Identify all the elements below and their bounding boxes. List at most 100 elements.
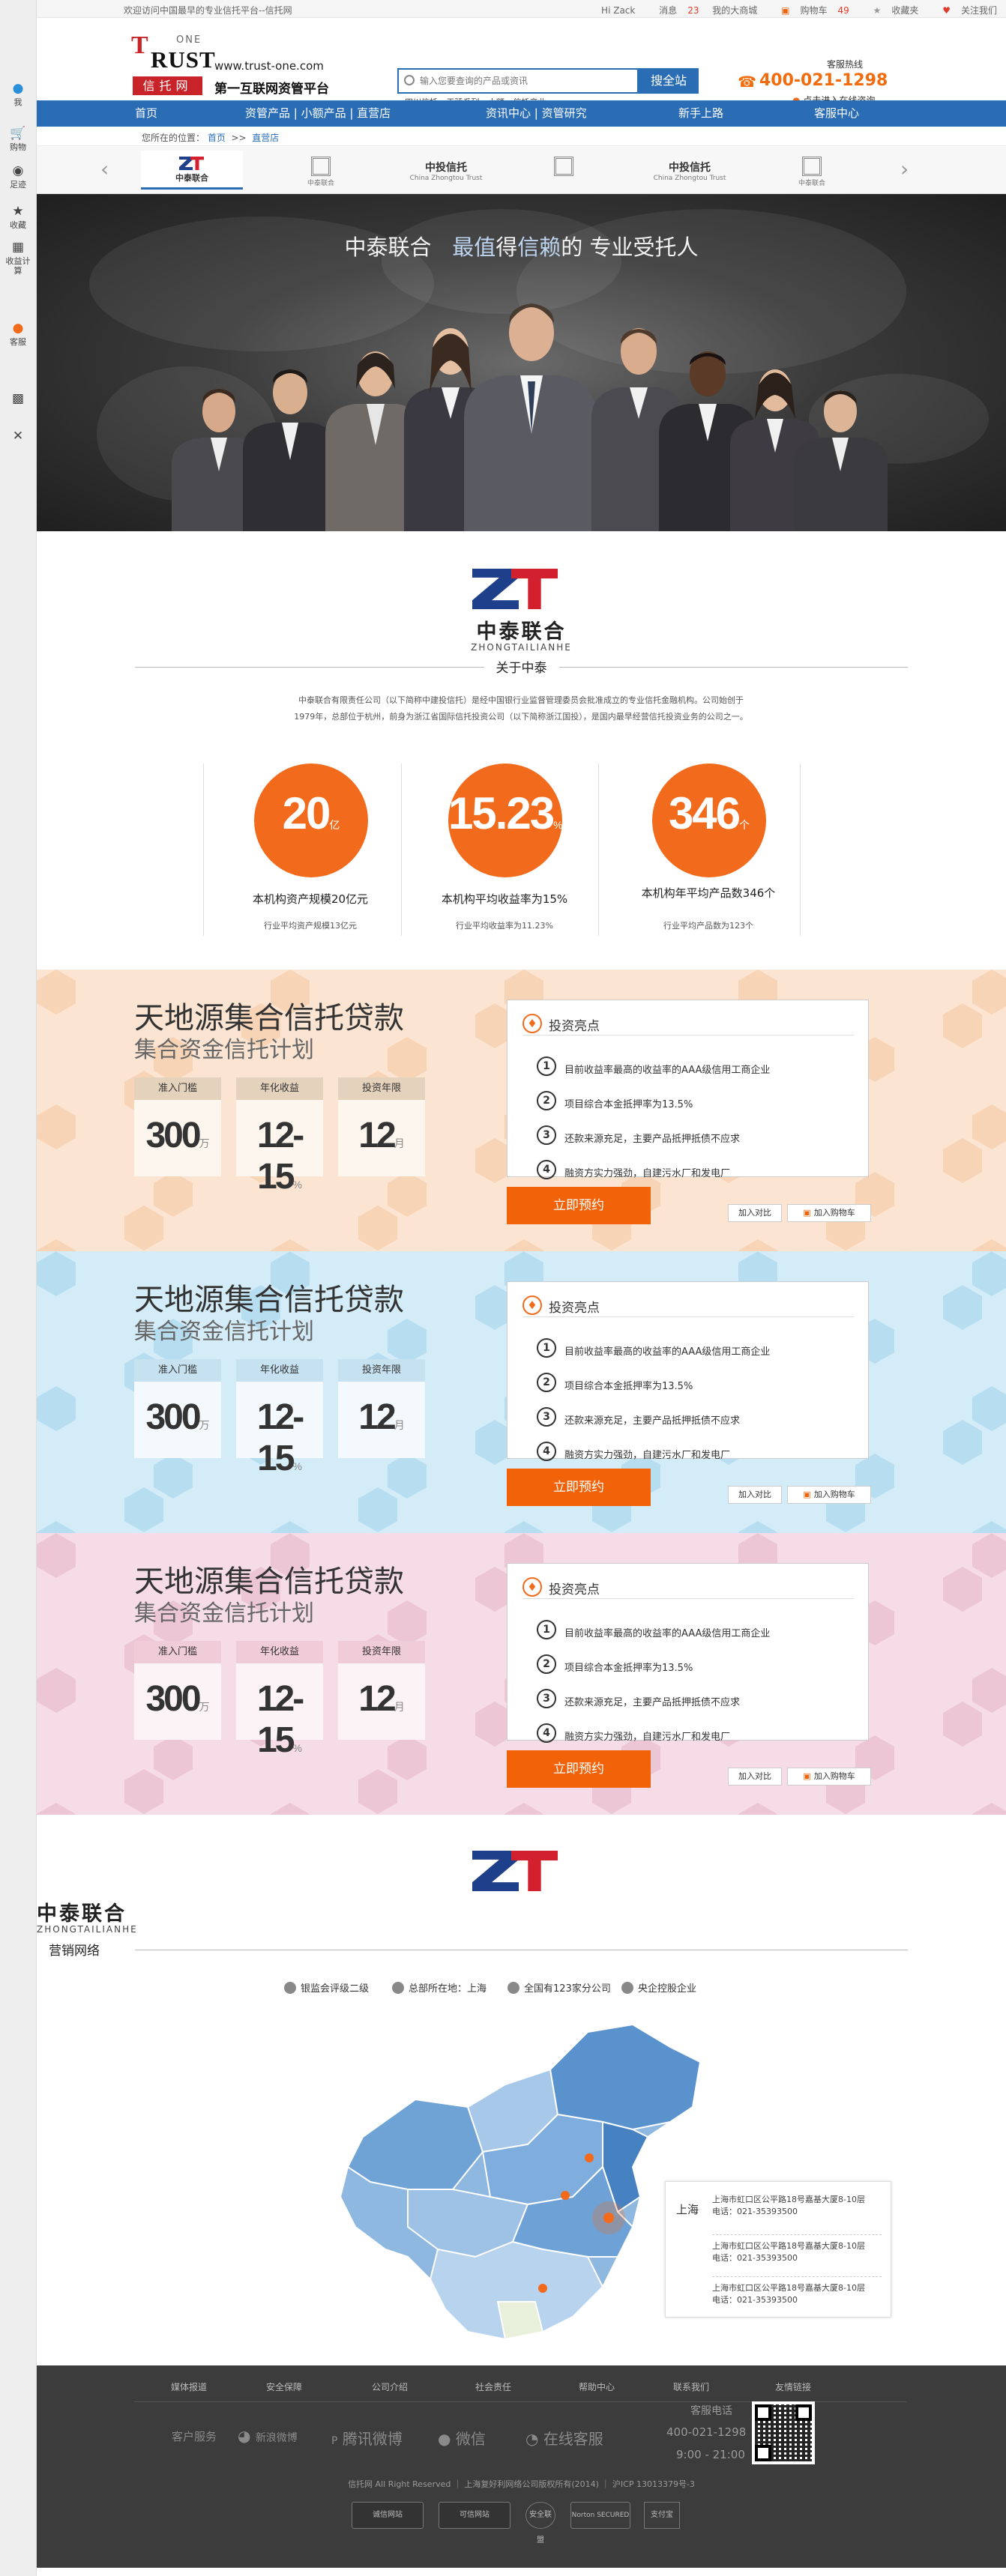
trust-badge[interactable]: 诚信网站	[352, 2502, 424, 2529]
brand-logo-icon	[802, 157, 822, 176]
highlight-text: 项目综合本金抵押率为13.5%	[564, 1381, 693, 1392]
nav-item-service[interactable]: 客服中心	[814, 100, 859, 127]
company-name-cn: 中泰联合	[476, 620, 567, 644]
nav-item-products[interactable]: 资管产品 | 小额产品 | 直营店	[245, 100, 391, 127]
add-to-cart-button[interactable]: ▣ 加入购物车	[787, 1486, 871, 1504]
favorites-link[interactable]: ★ 收藏夹	[863, 5, 919, 16]
weixin-link[interactable]: ● 微信	[438, 2427, 486, 2449]
sidebar-close-button[interactable]: ✕	[0, 429, 36, 445]
footer-link[interactable]: 媒体报道	[171, 2380, 207, 2393]
reserve-button[interactable]: 立即预约	[507, 1469, 651, 1506]
number-badge-icon: 1	[537, 1620, 556, 1639]
hotline-label: 客服热线	[827, 59, 864, 70]
product-list: 天地源集合信托贷款 集合资金信托计划 准入门槛 300万 年化收益 12-15%…	[37, 970, 1006, 1815]
search-input[interactable]	[399, 70, 637, 92]
stat-label: 本机构平均收益率为15%	[441, 892, 568, 906]
messages-link[interactable]: 消息 23	[648, 5, 699, 16]
divider	[800, 764, 801, 936]
my-mall-link[interactable]: 我的大商城	[712, 5, 757, 16]
number-badge-icon: 4	[537, 1723, 556, 1743]
greeting-link[interactable]: Hi Zack	[601, 5, 635, 16]
breadcrumb-current[interactable]: 直营店	[252, 133, 279, 143]
sidebar-item-history[interactable]: ◉ 足迹	[0, 163, 36, 190]
footer-link[interactable]: 联系我们	[673, 2380, 709, 2393]
product-subtitle: 集合资金信托计划	[134, 1600, 314, 1627]
carousel-next-icon[interactable]: ›	[900, 157, 909, 181]
weibo-icon: ◕	[238, 2427, 251, 2445]
sidebar-item-label: 足迹	[10, 180, 26, 190]
online-service-link[interactable]: ◔ 在线客服	[525, 2427, 603, 2449]
follow-link[interactable]: ♥ 关注我们	[932, 5, 997, 16]
trust-badge[interactable]: 支付宝	[644, 2502, 680, 2529]
person-figure	[794, 390, 888, 531]
star-icon: ★	[12, 204, 24, 219]
search-button[interactable]: 搜全站	[639, 68, 699, 94]
footer-link[interactable]: 安全保障	[266, 2380, 302, 2393]
brand-item[interactable]: 中泰联合	[761, 151, 863, 190]
person-figure	[243, 369, 337, 531]
sidebar-item-cart[interactable]: 🛒 购物	[0, 126, 36, 152]
sidebar-item-favorites[interactable]: ★ 收藏	[0, 204, 36, 230]
sidebar-item-calculator[interactable]: ▦ 收益计算	[3, 240, 33, 276]
brand-item[interactable]: 中投信托 China Zhongtou Trust	[639, 151, 741, 190]
metric-value-wrap: 12月	[338, 1382, 425, 1438]
sidebar-item-qrcode[interactable]: ▩	[0, 391, 36, 408]
reserve-button[interactable]: 立即预约	[507, 1750, 651, 1788]
trust-badge[interactable]: 可信网站	[439, 2502, 510, 2529]
footer-link[interactable]: 社会责任	[475, 2380, 511, 2393]
office-city: 上海	[676, 2203, 699, 2216]
metric-value-wrap: 12-15%	[236, 1663, 323, 1761]
metric-value-wrap: 12-15%	[236, 1382, 323, 1479]
person-figure	[464, 303, 597, 531]
divider	[401, 764, 402, 936]
location-icon	[392, 1982, 404, 1994]
sidebar-item-service[interactable]: ● 客服	[0, 321, 36, 347]
carousel-prev-icon[interactable]: ‹	[100, 157, 109, 181]
brand-item[interactable]: 中泰联合	[270, 151, 372, 190]
office-phone: 电话：021-35393500	[712, 2253, 798, 2263]
site-header: T ONE RUST 信托网 www.trust-one.com 第一互联网资管…	[37, 18, 1006, 107]
reserve-button[interactable]: 立即预约	[507, 1187, 651, 1224]
trust-badge[interactable]: 安全联盟	[525, 2502, 555, 2545]
brand-item[interactable]: 中投信托 China Zhongtou Trust	[395, 151, 497, 190]
weibo-label: 新浪微博	[255, 2432, 298, 2444]
compare-button[interactable]: 加入对比	[728, 1204, 782, 1222]
divider	[598, 764, 599, 936]
brand-item[interactable]: 中泰联合	[141, 151, 243, 190]
compare-button[interactable]: 加入对比	[728, 1486, 782, 1504]
product-metric-card: 准入门槛 300万	[134, 1359, 221, 1458]
add-to-cart-button[interactable]: ▣ 加入购物车	[787, 1204, 871, 1222]
enterprise-icon	[621, 1982, 633, 1994]
network-stat-label: 央企控股企业	[638, 1983, 697, 1995]
number-badge-icon: 1	[537, 1056, 556, 1076]
zt-logo-icon	[179, 157, 205, 170]
footer-link[interactable]: 公司介绍	[372, 2380, 408, 2393]
breadcrumb-home-link[interactable]: 首页	[208, 133, 226, 143]
customer-service-link[interactable]: 客户服务	[172, 2428, 217, 2444]
product-section: 天地源集合信托贷款 集合资金信托计划 准入门槛 300万 年化收益 12-15%…	[37, 1251, 1006, 1533]
nav-item-news[interactable]: 资讯中心 | 资管研究	[486, 100, 587, 127]
china-map[interactable]	[318, 2017, 723, 2369]
cart-link[interactable]: ▣ 购物车 49	[771, 5, 849, 16]
sidebar-item-me[interactable]: ● 我	[0, 81, 36, 107]
footer-link[interactable]: 友情链接	[775, 2380, 811, 2393]
network-section: 中泰联合 ZHONGTAILIANHE 营销网络 银监会评级二级 总部所在地：上…	[37, 1815, 1006, 2365]
office-address: 上海市虹口区公平路18号嘉基大厦8-10层 电话：021-35393500	[712, 2194, 882, 2218]
weibo-link[interactable]: ◕ 新浪微博	[238, 2427, 298, 2445]
highlight-item: 3 还款来源充足，主要产品抵押抵债不应求	[537, 1407, 740, 1427]
footer-link[interactable]: 帮助中心	[579, 2380, 615, 2393]
metric-label: 投资年限	[338, 1077, 425, 1100]
nav-item-newbie[interactable]: 新手上路	[678, 100, 723, 127]
nav-item-home[interactable]: 首页	[135, 100, 157, 127]
highlight-item: 1 目前收益率最高的收益率的AAA级信用工商企业	[537, 1338, 770, 1358]
add-to-cart-button[interactable]: ▣ 加入购物车	[787, 1768, 871, 1786]
qq-weibo-link[interactable]: P 腾讯微博	[331, 2427, 403, 2449]
sidebar-item-label: 我	[13, 97, 22, 107]
metric-unit: %	[292, 1179, 302, 1191]
brand-carousel: ‹ 中泰联合 中泰联合 中投信托 China Zhongtou Trust 中投…	[37, 146, 1006, 194]
metric-unit: 月	[394, 1419, 405, 1431]
product-metric-card: 投资年限 12月	[338, 1359, 425, 1458]
trust-badge[interactable]: Norton SECURED	[570, 2502, 630, 2529]
brand-item[interactable]	[513, 151, 615, 190]
compare-button[interactable]: 加入对比	[728, 1768, 782, 1786]
